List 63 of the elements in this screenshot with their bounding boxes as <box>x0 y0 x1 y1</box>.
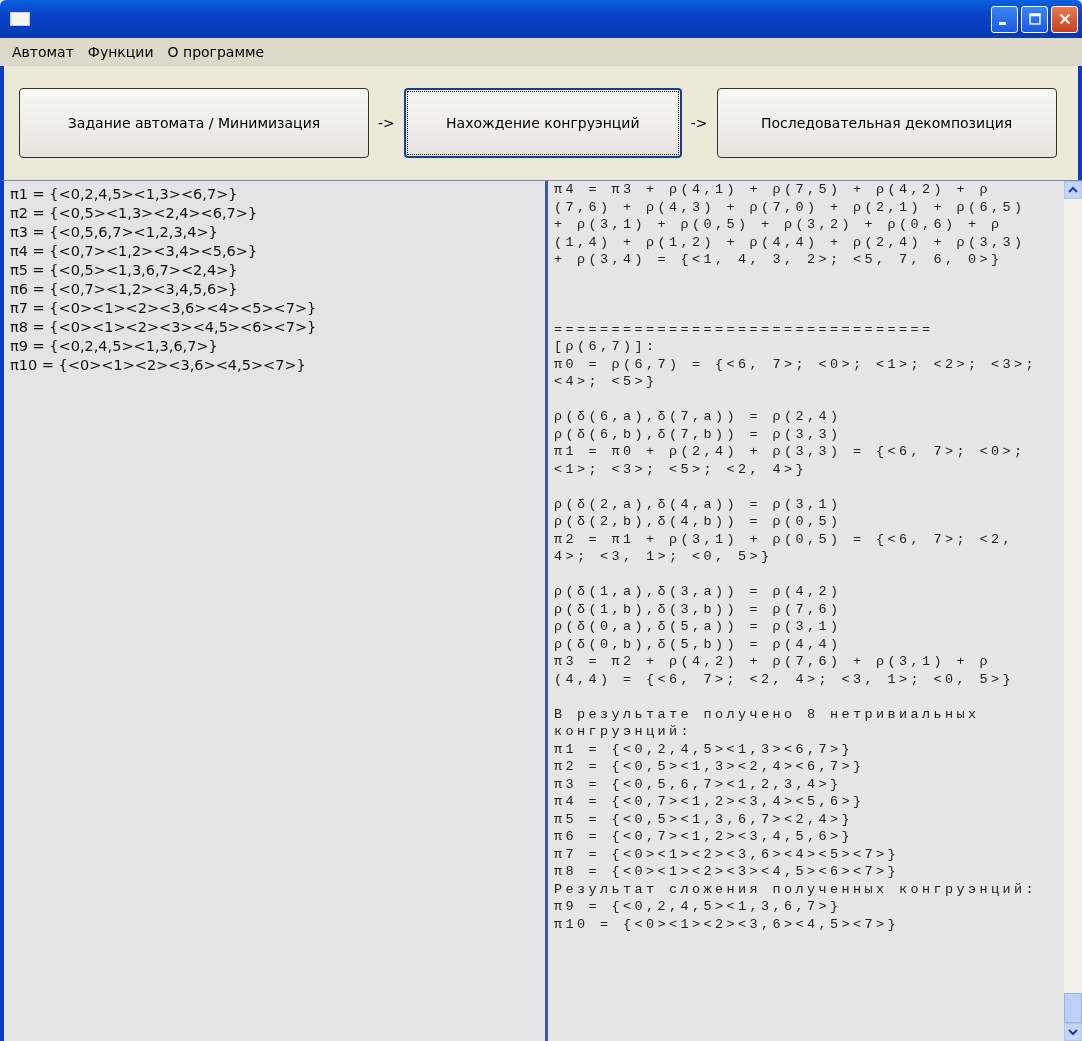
log-line: π3 = π2 + ρ(4,2) + ρ(7,6) + ρ(3,1) + ρ <box>554 653 993 671</box>
log-line: + ρ(3,1) + ρ(0,5) + ρ(3,2) + ρ(0,6) + ρ <box>554 216 1004 234</box>
log-line: [ρ(6,7)]: <box>554 338 659 356</box>
congruence-line: π2 = {<0,5><1,3><2,4><6,7>} <box>10 204 259 223</box>
log-line: (7,6) + ρ(4,3) + ρ(7,0) + ρ(2,1) + ρ(6,5) <box>554 198 1027 216</box>
log-line: конгруэнций: <box>554 723 694 741</box>
log-line: ρ(δ(0,b),δ(5,b)) = ρ(4,4) <box>554 635 843 653</box>
scroll-up-button[interactable] <box>1064 181 1082 199</box>
log-line: π5 = {<0,5><1,3,6,7><2,4>} <box>554 810 855 828</box>
log-line: <4>; <5>} <box>554 373 659 391</box>
log-line: π8 = {<0><1><2><3><4,5><6><7>} <box>554 863 901 881</box>
log-line: π10 = {<0><1><2><3,6><4,5><7>} <box>554 915 901 933</box>
log-line: π0 = ρ(6,7) = {<6, 7>; <0>; <1>; <2>; <3>; <box>554 355 1039 373</box>
log-line: (4,4) = {<6, 7>; <2, 4>; <3, 1>; <0, 5>} <box>554 670 1016 688</box>
step-arrow: -> <box>377 115 396 131</box>
congruence-line: π7 = {<0><1><2><3,6><4><5><7>} <box>10 299 318 318</box>
log-line: <1>; <3>; <5>; <2, 4>} <box>554 460 809 478</box>
congruence-line: π1 = {<0,2,4,5><1,3><6,7>} <box>10 185 239 204</box>
scrollbar[interactable] <box>1064 181 1082 1041</box>
congruence-line: π4 = {<0,7><1,2><3,4><5,6>} <box>10 242 259 261</box>
maximize-button[interactable] <box>1021 5 1048 33</box>
log-line: ρ(δ(1,b),δ(3,b)) = ρ(7,6) <box>554 600 843 618</box>
menu-item[interactable]: Функции <box>87 44 154 60</box>
minimize-button[interactable] <box>991 5 1018 33</box>
log-line: Результат сложения полученных конгруэнций: <box>554 880 1039 898</box>
log-line: ρ(δ(6,b),δ(7,b)) = ρ(3,3) <box>554 425 843 443</box>
step-button[interactable]: Нахождение конгруэнций <box>403 88 682 158</box>
congruence-line: π5 = {<0,5><1,3,6,7><2,4>} <box>10 261 239 280</box>
scroll-thumb[interactable] <box>1064 993 1082 1023</box>
step-arrow: -> <box>689 115 709 131</box>
scroll-down-button[interactable] <box>1064 1023 1082 1041</box>
log-line: π6 = {<0,7><1,2><3,4,5,6>} <box>554 828 855 846</box>
menu-item[interactable]: О программе <box>167 44 265 60</box>
congruence-line: π3 = {<0,5,6,7><1,2,3,4>} <box>10 223 219 242</box>
congruence-line: π6 = {<0,7><1,2><3,4,5,6>} <box>10 280 239 299</box>
log-line: ================================= <box>554 320 935 338</box>
log-line: ρ(δ(1,a),δ(3,a)) = ρ(4,2) <box>554 583 843 601</box>
minimize-icon <box>999 21 1006 25</box>
log-line: π4 = π3 + ρ(4,1) + ρ(7,5) + ρ(4,2) + ρ <box>554 181 993 199</box>
log-line: ρ(δ(2,b),δ(4,b)) = ρ(0,5) <box>554 513 843 531</box>
app-icon <box>10 12 30 26</box>
log-line: π2 = π1 + ρ(3,1) + ρ(0,5) = {<6, 7>; <2, <box>554 530 1016 548</box>
congruence-line: π9 = {<0,2,4,5><1,3,6,7>} <box>10 337 219 356</box>
close-button[interactable] <box>1051 5 1078 33</box>
step-button[interactable]: Задание автомата / Минимизация <box>19 88 369 158</box>
log-line: 4>; <3, 1>; <0, 5>} <box>554 548 774 566</box>
congruence-line: π10 = {<0><1><2><3,6><4,5><7>} <box>10 356 307 375</box>
log-line: (1,4) + ρ(1,2) + ρ(4,4) + ρ(2,4) + ρ(3,3) <box>554 233 1027 251</box>
log-line: + ρ(3,4) = {<1, 4, 3, 2>; <5, 7, 6, 0>} <box>554 251 1004 269</box>
log-line: π1 = {<0,2,4,5><1,3><6,7>} <box>554 740 855 758</box>
log-line: π4 = {<0,7><1,2><3,4><5,6>} <box>554 793 866 811</box>
log-line: π7 = {<0><1><2><3,6><4><5><7>} <box>554 845 901 863</box>
log-line: π3 = {<0,5,6,7><1,2,3,4>} <box>554 775 843 793</box>
log-line: π9 = {<0,2,4,5><1,3,6,7>} <box>554 898 843 916</box>
log-line: π1 = π0 + ρ(2,4) + ρ(3,3) = {<6, 7>; <0>; <box>554 443 1027 461</box>
log-line: ρ(δ(6,a),δ(7,a)) = ρ(2,4) <box>554 408 843 426</box>
log-line: π2 = {<0,5><1,3><2,4><6,7>} <box>554 758 866 776</box>
log-line: ρ(δ(2,a),δ(4,a)) = ρ(3,1) <box>554 495 843 513</box>
step-button[interactable]: Последовательная декомпозиция <box>716 88 1057 158</box>
menu-item[interactable]: Автомат <box>12 44 74 60</box>
congruence-line: π8 = {<0><1><2><3><4,5><6><7>} <box>10 318 318 337</box>
log-line: ρ(δ(0,a),δ(5,a)) = ρ(3,1) <box>554 618 843 636</box>
log-line: В результате получено 8 нетривиальных <box>554 705 981 723</box>
